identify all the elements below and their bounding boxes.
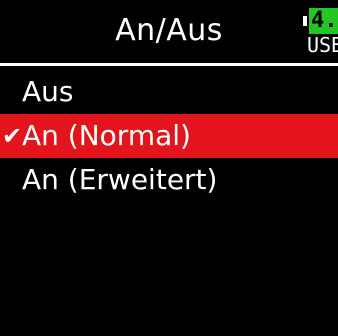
menu-item-aus[interactable]: Aus: [0, 70, 338, 114]
battery-icon: 4.9 USB: [303, 6, 338, 58]
battery-voltage: 4.9: [309, 8, 338, 34]
checkmark-icon: ✔: [2, 122, 23, 150]
header: An/Aus 4.9 USB: [0, 0, 338, 62]
header-divider: [0, 63, 338, 66]
battery-terminal: [303, 16, 307, 26]
device-screen: An/Aus 4.9 USB Aus ✔ An (Normal) An (Erw…: [0, 0, 338, 336]
menu-item-an-normal[interactable]: ✔ An (Normal): [0, 114, 338, 158]
menu-item-label: An (Normal): [22, 119, 191, 152]
option-list: Aus ✔ An (Normal) An (Erweitert): [0, 70, 338, 202]
menu-item-an-erweitert[interactable]: An (Erweitert): [0, 158, 338, 202]
menu-item-label: Aus: [22, 75, 74, 108]
page-title: An/Aus: [115, 13, 223, 48]
power-source-label: USB: [307, 33, 338, 57]
menu-item-label: An (Erweitert): [22, 163, 218, 196]
